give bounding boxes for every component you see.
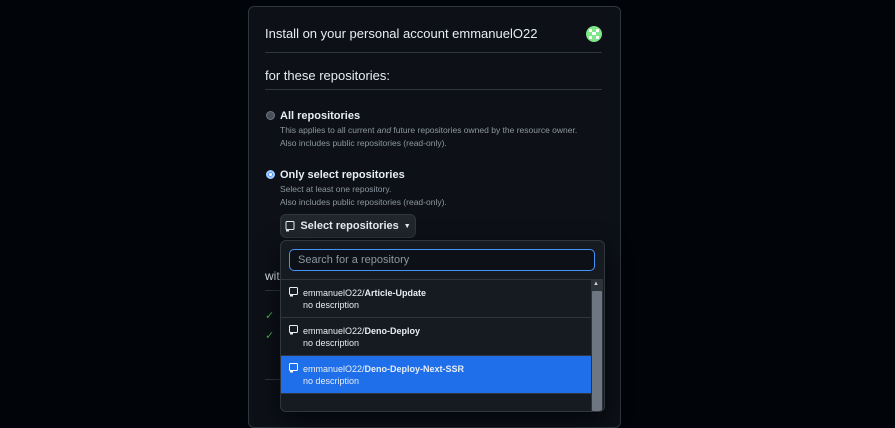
divider: [265, 52, 602, 53]
repo-icon: [289, 325, 298, 335]
only-select-repositories-label[interactable]: Only select repositories: [280, 169, 405, 181]
repository-option[interactable]: emmanuelO22/Article-Update no descriptio…: [281, 280, 591, 318]
repository-name: emmanuelO22/Deno-Deploy-Next-SSR: [303, 364, 465, 374]
identicon-icon: [589, 29, 599, 39]
divider: [265, 89, 602, 90]
divider: [265, 379, 280, 380]
select-repositories-button[interactable]: Select repositories ▼: [280, 214, 416, 238]
select-repositories-label: Select repositories: [300, 220, 399, 232]
only-select-repositories-radio[interactable]: [266, 170, 275, 179]
repositories-heading: for these repositories:: [265, 68, 391, 83]
repository-list: emmanuelO22/Article-Update no descriptio…: [281, 279, 591, 394]
scroll-up-arrow-icon[interactable]: ▲: [593, 281, 599, 287]
scrollbar-thumb[interactable]: [592, 291, 602, 411]
repository-description: no description: [303, 338, 360, 348]
repository-description: no description: [303, 376, 360, 386]
all-repositories-label[interactable]: All repositories: [280, 110, 360, 122]
only-select-repositories-note: Also includes public repositories (read-…: [280, 197, 447, 207]
repository-name: emmanuelO22/Deno-Deploy: [303, 326, 421, 336]
install-account-title: Install on your personal account emmanue…: [265, 26, 538, 41]
chevron-down-icon: ▼: [403, 222, 411, 230]
repo-icon: [289, 287, 298, 297]
all-repositories-radio[interactable]: [266, 111, 275, 120]
repository-name: emmanuelO22/Article-Update: [303, 288, 427, 298]
repository-option[interactable]: emmanuelO22/Deno-Deploy no description: [281, 318, 591, 356]
repository-option-selected[interactable]: emmanuelO22/Deno-Deploy-Next-SSR no desc…: [281, 356, 591, 394]
repository-picker-dropdown: emmanuelO22/Article-Update no descriptio…: [280, 240, 605, 412]
repository-description: no description: [303, 300, 360, 310]
all-repositories-note: Also includes public repositories (read-…: [280, 138, 447, 148]
divider: [265, 290, 280, 291]
check-icon: ✓: [265, 310, 275, 322]
repo-icon: [285, 220, 295, 231]
only-select-repositories-description: Select at least one repository.: [280, 184, 392, 194]
check-icon: ✓: [265, 330, 275, 342]
repository-list-scrollbar[interactable]: ▲: [591, 279, 603, 411]
permissions-heading: wit: [265, 269, 280, 283]
avatar: [586, 26, 602, 42]
repository-search-input[interactable]: [289, 249, 595, 271]
all-repositories-description: This applies to all current and future r…: [280, 125, 578, 135]
repo-icon: [289, 363, 298, 373]
